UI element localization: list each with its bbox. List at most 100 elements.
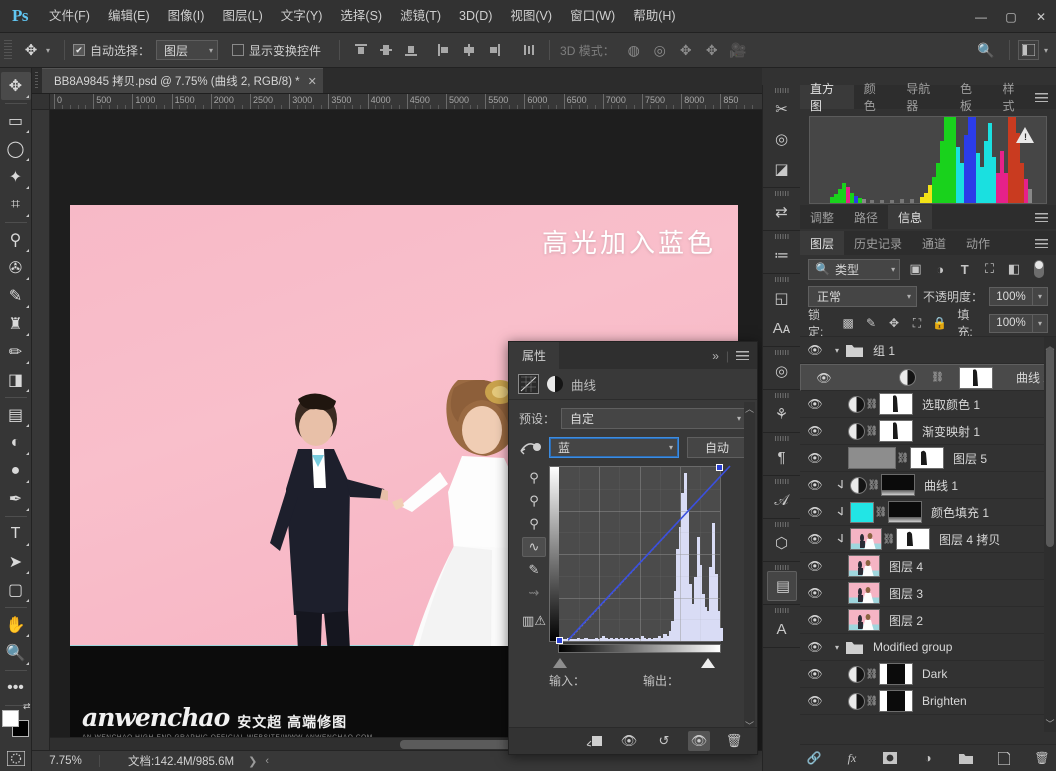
curve-control-point-black[interactable] (556, 637, 563, 644)
brushes-icon[interactable]: ⚘ (767, 399, 797, 429)
layer-list-scrollbar[interactable]: ︿ ﹀ (1044, 337, 1056, 732)
rectangle-tool[interactable]: ▢ (1, 576, 31, 604)
layer-mask-link-icon[interactable]: ⛓ (865, 426, 879, 437)
brush-tool[interactable]: ✎ (1, 282, 31, 310)
layer-mask-thumbnail[interactable] (881, 474, 915, 496)
lock-all-icon[interactable]: 🔒 (931, 314, 948, 332)
tab-颜色[interactable]: 颜色 (854, 85, 897, 109)
add-layer-mask-button[interactable] (881, 749, 899, 767)
history-brush-tool[interactable]: ✏ (1, 338, 31, 366)
blur-tool[interactable]: ◐ (1, 429, 31, 457)
opacity-chevron-down-icon[interactable]: ▾ (1033, 287, 1048, 306)
filter-type-icon[interactable]: T (955, 259, 974, 279)
white-point-eyedropper[interactable]: ⚲ (522, 514, 546, 534)
menu-item-7[interactable]: 3D(D) (450, 0, 501, 33)
pencil-draw-curve-tool[interactable]: ✎ (522, 560, 546, 580)
document-tab-grip[interactable] (32, 67, 42, 93)
foreground-color-swatch[interactable] (2, 710, 19, 727)
properties-scrollbar[interactable]: ︿ ﹀ (744, 402, 755, 732)
menu-item-0[interactable]: 文件(F) (40, 0, 99, 33)
tab-历史记录[interactable]: 历史记录 (844, 231, 912, 255)
lock-position-icon[interactable]: ✥ (886, 314, 903, 332)
dock-group-grip[interactable] (775, 88, 789, 93)
creative-cloud-icon[interactable]: ◎ (767, 356, 797, 386)
layer-visibility-eye-icon[interactable]: 👁 (800, 613, 830, 627)
opacity-value-field[interactable]: 100% (989, 287, 1033, 306)
adjustment-mask-icon[interactable] (547, 376, 563, 392)
maximize-button[interactable]: ▢ (996, 0, 1026, 33)
tab-路径[interactable]: 路径 (844, 205, 888, 229)
tab-图层[interactable]: 图层 (800, 231, 844, 255)
layer-row[interactable]: 👁⛓Dark (800, 661, 1056, 688)
healing-brush-tool[interactable]: ✇ (1, 254, 31, 282)
panel-menu-icon[interactable] (1035, 93, 1048, 102)
align-horizontal-centers-button[interactable] (456, 38, 481, 62)
dock-group-grip[interactable] (775, 191, 789, 196)
layer-mask-thumbnail[interactable] (879, 663, 913, 685)
layer-visibility-eye-icon[interactable]: 👁 (800, 451, 830, 465)
layer-style-button[interactable]: fx (843, 749, 861, 767)
layer-visibility-eye-icon[interactable]: 👁 (809, 371, 839, 385)
tab-导航器[interactable]: 导航器 (896, 85, 950, 109)
panel-menu-icon[interactable] (1035, 239, 1048, 248)
3d-rotate-icon[interactable]: ◍ (621, 38, 647, 62)
menu-item-8[interactable]: 视图(V) (501, 0, 561, 33)
layer-comps-icon[interactable]: ◪ (767, 154, 797, 184)
tools-icon[interactable]: ✂ (767, 94, 797, 124)
curve-control-point-white[interactable] (716, 464, 723, 471)
layer-row[interactable]: 👁⛓选取颜色 1 (800, 391, 1056, 418)
menu-item-2[interactable]: 图像(I) (159, 0, 214, 33)
quick-mask-icon[interactable] (1, 744, 31, 771)
new-layer-button[interactable] (995, 749, 1013, 767)
3d-drag-icon[interactable]: ✥ (673, 38, 699, 62)
clip-to-layer-button[interactable] (583, 731, 605, 751)
black-input-slider[interactable] (553, 658, 567, 668)
hand-tool[interactable]: ✋ (1, 611, 31, 639)
blend-mode-dropdown[interactable]: 正常 ▾ (808, 286, 917, 307)
zoom-level-field[interactable]: 7.75% (32, 755, 100, 767)
align-bottom-edges-button[interactable] (398, 38, 423, 62)
tab-动作[interactable]: 动作 (956, 231, 1000, 255)
magic-wand-tool[interactable]: ✦ (1, 163, 31, 191)
layer-visibility-eye-icon[interactable]: 👁 (800, 559, 830, 573)
menu-item-3[interactable]: 图层(L) (213, 0, 271, 33)
tab-直方图[interactable]: 直方图 (800, 85, 854, 109)
dock-group-grip[interactable] (775, 234, 789, 239)
layer-row[interactable]: 👁图层 2 (800, 607, 1056, 634)
menu-item-5[interactable]: 选择(S) (331, 0, 391, 33)
tab-样式[interactable]: 样式 (993, 85, 1036, 109)
gradient-tool[interactable]: ▤ (1, 401, 31, 429)
reset-button[interactable]: ↺ (653, 731, 675, 751)
layer-mask-thumbnail[interactable] (896, 528, 930, 550)
move-tool[interactable]: ✥ (1, 72, 31, 100)
options-bar-grip[interactable] (4, 40, 12, 60)
panel-menu-icon[interactable] (1035, 213, 1048, 222)
marquee-tool[interactable]: ▭ (1, 107, 31, 135)
panel-menu-icon[interactable] (736, 351, 749, 360)
dock-group-grip[interactable] (775, 608, 789, 613)
clone-stamp-tool[interactable]: ♜ (1, 310, 31, 338)
status-expand-icon[interactable]: ❯ (248, 755, 257, 768)
tab-信息[interactable]: 信息 (888, 205, 932, 229)
layer-row[interactable]: 👁⛓渐变映射 1 (800, 418, 1056, 445)
dock-group-grip[interactable] (775, 393, 789, 398)
black-point-eyedropper[interactable]: ⚲ (522, 468, 546, 488)
scroll-up-icon[interactable]: ︿ (744, 402, 755, 415)
layer-row[interactable]: 👁⛓图层 4 拷贝 (800, 526, 1056, 553)
layer-visibility-eye-icon[interactable]: 👁 (800, 424, 830, 438)
workspace-chevron-down-icon[interactable]: ▾ (1044, 46, 1048, 55)
delete-adjustment-button[interactable]: 🗑 (723, 731, 745, 751)
new-adjustment-layer-button[interactable]: ◑ (919, 749, 937, 767)
eraser-tool[interactable]: ◨ (1, 366, 31, 394)
new-group-button[interactable] (957, 749, 975, 767)
layer-mask-link-icon[interactable]: ⛓ (865, 399, 879, 410)
lock-artboard-nesting-icon[interactable]: ⛶ (908, 314, 925, 332)
close-icon[interactable]: ✕ (308, 75, 317, 88)
dock-group-grip[interactable] (775, 350, 789, 355)
layer-visibility-eye-icon[interactable]: 👁 (800, 640, 830, 654)
layer-mask-thumbnail[interactable] (879, 690, 913, 712)
tab-色板[interactable]: 色板 (950, 85, 993, 109)
actions-icon[interactable]: ≔ (767, 240, 797, 270)
layer-row[interactable]: 👁▾组 1 (800, 337, 1056, 364)
3d-camera-icon[interactable]: 🎥 (725, 38, 751, 62)
